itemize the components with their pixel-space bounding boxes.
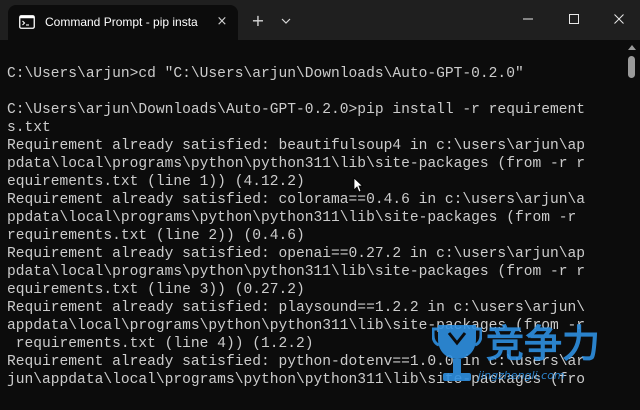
maximize-button[interactable] <box>551 4 597 32</box>
scrollbar-thumb[interactable] <box>628 56 635 78</box>
watermark-url: jingzhengli.com <box>478 369 565 382</box>
terminal-line: C:\Users\arjun\Downloads\Auto-GPT-0.2.0>… <box>7 102 586 118</box>
terminal-line: requirements.txt (line 4)) (1.2.2) <box>7 336 314 352</box>
terminal-line: pdata\local\programs\python\python311\li… <box>7 264 586 280</box>
chevron-down-icon <box>281 18 291 24</box>
terminal-line: Requirement already satisfied: playsound… <box>7 300 586 316</box>
terminal-line: Requirement already satisfied: colorama=… <box>7 192 586 208</box>
terminal-line: s.txt <box>7 120 51 136</box>
terminal-icon <box>19 15 35 29</box>
scroll-up-arrow-icon[interactable] <box>628 45 636 50</box>
terminal-line: C:\Users\arjun>cd "C:\Users\arjun\Downlo… <box>7 66 524 82</box>
trophy-logo <box>431 321 483 387</box>
terminal-line: equirements.txt (line 3)) (0.27.2) <box>7 282 305 298</box>
close-icon <box>613 14 624 24</box>
terminal-line: Requirement already satisfied: beautiful… <box>7 138 586 154</box>
terminal-line: Requirement already satisfied: openai==0… <box>7 246 586 262</box>
mouse-pointer-icon <box>353 177 364 193</box>
close-button[interactable] <box>597 4 640 32</box>
terminal-line: pdata\local\programs\python\python311\li… <box>7 156 586 172</box>
title-bar[interactable]: Command Prompt - pip insta × + <box>0 0 640 40</box>
tab-dropdown-button[interactable] <box>276 11 296 31</box>
terminal-window: Command Prompt - pip insta × + C:\Users\… <box>0 0 640 410</box>
maximize-icon <box>569 14 579 24</box>
terminal-line: requirements.txt (line 2)) (0.4.6) <box>7 228 305 244</box>
watermark: 竞争力 jingzhengli.com <box>431 317 632 399</box>
tab-close-icon[interactable]: × <box>213 13 231 31</box>
watermark-text: 竞争力 <box>486 322 601 366</box>
minimize-button[interactable] <box>505 4 551 32</box>
tab-command-prompt[interactable]: Command Prompt - pip insta × <box>8 5 238 40</box>
new-tab-button[interactable]: + <box>247 10 269 32</box>
terminal-line: equirements.txt (line 1)) (4.12.2) <box>7 174 305 190</box>
minimize-icon <box>523 18 533 20</box>
terminal-line: ppdata\local\programs\python\python311\l… <box>7 210 577 226</box>
tab-title: Command Prompt - pip insta <box>45 15 198 29</box>
